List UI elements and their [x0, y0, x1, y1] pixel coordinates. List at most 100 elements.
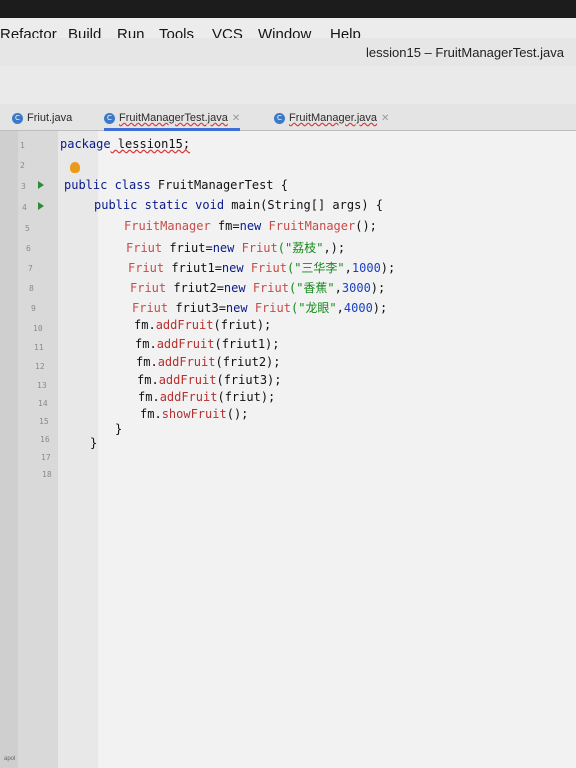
- tab-fruitmanager-java[interactable]: C FruitManager.java ✕: [274, 108, 389, 128]
- screen-top-edge: [0, 0, 576, 20]
- tool-window-strip: [0, 131, 19, 768]
- code-text: fm.: [135, 337, 157, 351]
- keyword: new: [221, 261, 244, 275]
- keyword: new: [212, 241, 235, 255]
- code-text: fm.: [137, 373, 159, 387]
- code-text: );: [372, 301, 388, 315]
- code-text: ();: [355, 219, 377, 233]
- code-line-9: fm.addFruit(friut);: [134, 318, 271, 332]
- code-text: (friut3);: [216, 373, 282, 387]
- code-line-main: public static void main(String[] args) {: [94, 198, 383, 212]
- java-class-icon: C: [274, 112, 285, 124]
- code-line-12: fm.addFruit(friut3);: [137, 373, 282, 387]
- code-line-7: Friut friut2=new Friut("香蕉",3000);: [130, 281, 386, 295]
- line-number: 6: [26, 244, 31, 253]
- tab-fruitmanagertest-java[interactable]: C FruitManagerTest.java ✕: [104, 108, 241, 131]
- class-name: Friut: [128, 261, 165, 275]
- code-line-8: Friut friut3=new Friut("龙眼",4000);: [132, 301, 388, 315]
- code-line-13: fm.addFruit(friut);: [138, 390, 275, 404]
- tab-label: Friut.java: [27, 112, 73, 124]
- number-literal: 1000: [351, 261, 381, 275]
- run-main-icon[interactable]: [38, 202, 44, 210]
- line-number: 8: [29, 284, 34, 293]
- editor-tab-bar: C Friut.java C FruitManagerTest.java ✕ C…: [0, 104, 576, 131]
- java-class-icon: C: [12, 112, 23, 124]
- line-number: 14: [38, 399, 48, 408]
- method-call: addFruit: [159, 390, 218, 404]
- tab-label: FruitManager.java: [289, 112, 378, 124]
- line-number-gutter: 1 2 3 4 5 6 7 8 9 10 11 12 13 14 15 16 1…: [18, 131, 58, 768]
- line-number: 7: [28, 264, 33, 273]
- close-icon[interactable]: ✕: [232, 113, 240, 124]
- line-number: 12: [35, 362, 45, 371]
- code-text: (friut1);: [214, 337, 280, 351]
- code-text: (friut2);: [215, 355, 281, 369]
- class-name: Friut: [132, 301, 169, 315]
- code-line-6: Friut friut1=new Friut("三华李",1000);: [128, 261, 396, 275]
- line-number: 11: [34, 343, 44, 352]
- class-name: Friut: [245, 281, 289, 295]
- tab-friut-java[interactable]: C Friut.java: [12, 108, 72, 128]
- code-line-4: FruitManager fm=new FruitManager();: [124, 219, 377, 233]
- number-literal: 3000: [341, 281, 371, 295]
- code-line-11: fm.addFruit(friut2);: [136, 355, 281, 369]
- method-call: showFruit: [161, 407, 227, 421]
- code-text: );: [330, 241, 346, 255]
- code-line-10: fm.addFruit(friut1);: [135, 337, 280, 351]
- keyword: new: [223, 281, 246, 295]
- close-icon[interactable]: ✕: [381, 113, 389, 124]
- status-corner-text: apol: [4, 756, 16, 762]
- code-text: fm.: [134, 318, 156, 332]
- code-text: friut1=: [164, 261, 222, 275]
- code-text: ();: [226, 407, 249, 421]
- keyword: public static void: [94, 198, 225, 212]
- string-literal: ("荔枝": [277, 241, 324, 255]
- line-number: 1: [20, 141, 25, 150]
- code-text: fm.: [138, 390, 160, 404]
- code-text: friut=: [162, 241, 213, 255]
- code-line-package: package lession15;: [60, 137, 190, 151]
- line-number: 15: [39, 417, 49, 426]
- java-class-icon: C: [104, 112, 115, 124]
- code-text: fm.: [140, 407, 162, 421]
- line-number: 16: [40, 435, 50, 444]
- line-number: 18: [42, 470, 52, 479]
- class-name: Friut: [130, 281, 167, 295]
- tab-label: FruitManagerTest.java: [119, 112, 228, 124]
- code-line-14: fm.showFruit();: [140, 407, 248, 421]
- code-text: fm.: [136, 355, 158, 369]
- line-number: 13: [37, 381, 47, 390]
- code-line-close-method: }: [115, 422, 123, 436]
- code-text: FruitManagerTest {: [150, 178, 288, 192]
- string-literal: ("三华李": [286, 261, 345, 275]
- code-line-5: Friut friut=new Friut("荔枝",);: [126, 241, 346, 255]
- code-text: fm=: [210, 219, 240, 233]
- toolbar: [0, 66, 576, 105]
- run-class-icon[interactable]: [38, 181, 44, 189]
- code-text: );: [380, 261, 396, 275]
- method-call: addFruit: [156, 337, 215, 351]
- keyword: package: [60, 137, 111, 151]
- line-number: 10: [33, 324, 43, 333]
- code-text: friut3=: [168, 301, 226, 315]
- code-text: friut2=: [166, 281, 224, 295]
- code-line-class: public class FruitManagerTest {: [64, 178, 288, 192]
- method-call: addFruit: [157, 355, 216, 369]
- class-name: FruitManager: [124, 219, 211, 233]
- string-literal: ("香蕉": [288, 281, 335, 295]
- line-number: 9: [31, 304, 36, 313]
- class-name: Friut: [126, 241, 163, 255]
- lightbulb-icon[interactable]: [70, 162, 80, 173]
- code-text: );: [370, 281, 386, 295]
- string-literal: ("龙眼": [290, 301, 337, 315]
- window-titlebar: lession15 – FruitManagerTest.java: [0, 38, 576, 67]
- code-text: (friut);: [213, 318, 272, 332]
- number-literal: 4000: [343, 301, 373, 315]
- line-number: 4: [22, 203, 27, 212]
- line-number: 5: [25, 224, 30, 233]
- code-line-close-class: }: [90, 436, 98, 450]
- class-name: Friut: [234, 241, 278, 255]
- window-title: lession15 – FruitManagerTest.java: [366, 45, 564, 60]
- class-name: Friut: [247, 301, 291, 315]
- method-call: addFruit: [155, 318, 214, 332]
